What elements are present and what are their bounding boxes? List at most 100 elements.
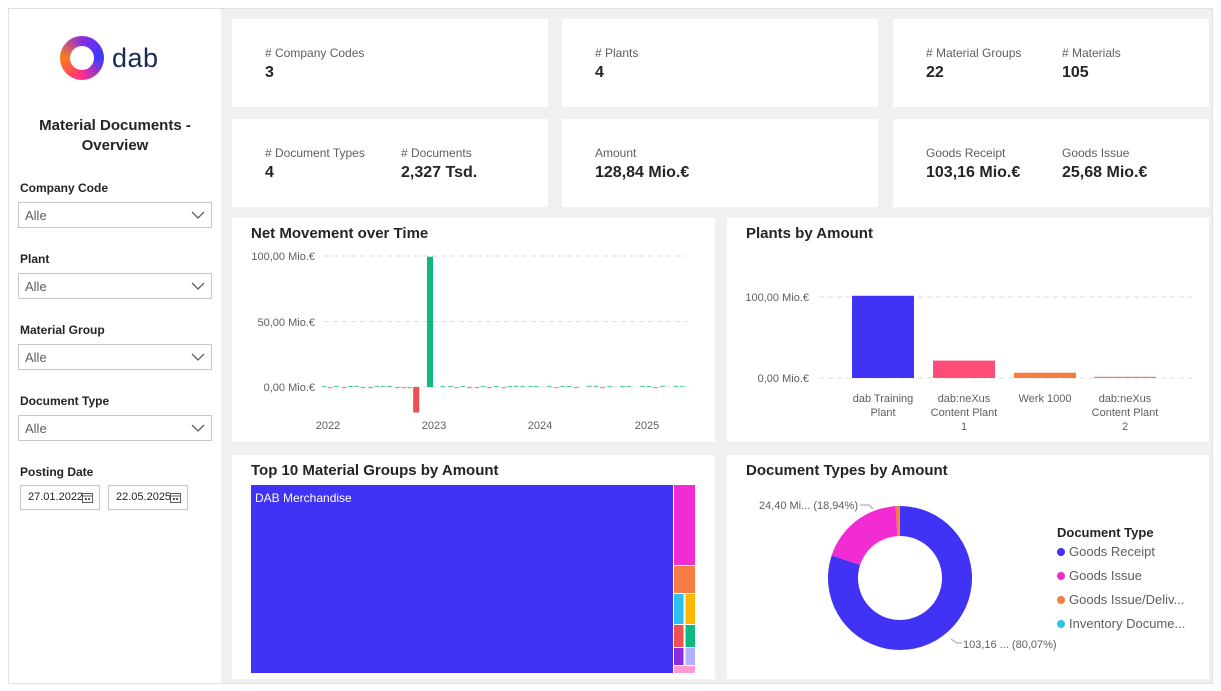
net-movement-bar[interactable]: [507, 385, 513, 387]
treemap-tile[interactable]: [674, 566, 695, 593]
net-movement-bar[interactable]: [573, 387, 578, 389]
net-movement-bar[interactable]: [401, 387, 406, 389]
legend-item-inventory-document[interactable]: Inventory Docume...: [1057, 616, 1185, 631]
net-movement-bar[interactable]: [501, 387, 506, 389]
net-movement-bar[interactable]: [348, 385, 353, 387]
top-material-groups-card[interactable]: Top 10 Material Groups by Amount DAB Mer…: [232, 455, 715, 679]
kpi-value-goods-issue: 25,68 Mio.€: [1062, 164, 1148, 181]
net-movement-bar[interactable]: [546, 385, 552, 387]
net-movement-bar[interactable]: [607, 385, 612, 387]
treemap-tile[interactable]: [685, 594, 696, 624]
net-movement-bar[interactable]: [567, 385, 572, 387]
kpi-card-goods[interactable]: Goods Receipt 103,16 Mio.€ Goods Issue 2…: [893, 119, 1209, 207]
posting-date-from-input[interactable]: 27.01.2022: [20, 485, 100, 510]
net-movement-bar[interactable]: [394, 387, 400, 389]
kpi-card-plants[interactable]: # Plants 4: [562, 19, 878, 107]
treemap-tile[interactable]: [674, 625, 684, 647]
y-tick-label: 50,00 Mio.€: [258, 317, 315, 329]
treemap-tile[interactable]: [674, 648, 684, 665]
data-label-leader-line: [950, 638, 962, 644]
page-title-line2: Overview: [81, 137, 149, 154]
net-movement-bar[interactable]: [360, 387, 366, 389]
net-movement-bar[interactable]: [407, 387, 413, 389]
net-movement-bar[interactable]: [354, 385, 359, 387]
legend-item-goods-receipt[interactable]: Goods Receipt: [1057, 544, 1155, 559]
legend-title: Document Type: [1057, 525, 1154, 540]
net-movement-bar[interactable]: [474, 387, 480, 389]
plant-dropdown[interactable]: Alle: [18, 273, 212, 299]
legend-item-goods-issue[interactable]: Goods Issue: [1057, 568, 1142, 583]
net-movement-bar[interactable]: [440, 385, 446, 387]
net-movement-bar[interactable]: [673, 385, 678, 387]
donut-slice[interactable]: [831, 506, 898, 565]
treemap-tile-dab-merchandise[interactable]: [251, 485, 673, 673]
net-movement-bar[interactable]: [640, 385, 645, 387]
net-movement-bar[interactable]: [321, 385, 327, 387]
net-movement-bar[interactable]: [454, 387, 459, 389]
posting-date-to-input[interactable]: 22.05.2025: [108, 485, 188, 510]
company-code-dropdown[interactable]: Alle: [18, 202, 212, 228]
net-movement-chart: 100,00 Mio.€ 50,00 Mio.€ 0,00 Mio.€ 2022…: [251, 251, 687, 432]
net-movement-bar[interactable]: [534, 385, 539, 387]
net-movement-bar[interactable]: [560, 385, 566, 387]
net-movement-bar[interactable]: [334, 385, 339, 387]
net-movement-bar[interactable]: [646, 385, 652, 387]
legend-label: Goods Receipt: [1069, 544, 1155, 559]
kpi-card-company-codes[interactable]: # Company Codes 3: [232, 19, 548, 107]
kpi-value-amount: 128,84 Mio.€: [595, 164, 690, 181]
net-movement-bar[interactable]: [381, 385, 386, 387]
material-group-dropdown[interactable]: Alle: [18, 344, 212, 370]
net-movement-bar[interactable]: [660, 385, 666, 387]
y-tick-label: 0,00 Mio.€: [758, 373, 809, 385]
plant-bar[interactable]: [1014, 372, 1076, 378]
kpi-label-material-groups: # Material Groups: [926, 46, 1022, 60]
net-movement-bar[interactable]: [374, 385, 380, 387]
net-movement-bar[interactable]: [341, 387, 347, 389]
net-movement-bar[interactable]: [368, 387, 373, 389]
plant-bar[interactable]: [1094, 376, 1156, 378]
plant-bar[interactable]: [933, 360, 995, 378]
treemap-tile[interactable]: [674, 594, 684, 624]
net-movement-bar[interactable]: [587, 385, 592, 387]
net-movement-bar[interactable]: [448, 385, 453, 387]
treemap-tile[interactable]: [674, 485, 695, 565]
posting-date-from-value: 27.01.2022: [28, 491, 84, 503]
net-movement-bar[interactable]: [620, 385, 625, 387]
treemap-tile[interactable]: [685, 625, 696, 647]
net-movement-bar[interactable]: [653, 387, 658, 389]
net-movement-bar[interactable]: [460, 385, 466, 387]
net-movement-bar[interactable]: [593, 385, 599, 387]
legend-item-goods-issue-delivery[interactable]: Goods Issue/Deliv...: [1057, 592, 1184, 607]
treemap-tile[interactable]: [685, 648, 696, 665]
chevron-down-icon: [191, 211, 205, 219]
net-movement-bar[interactable]: [520, 385, 525, 387]
treemap-tile[interactable]: [674, 666, 695, 673]
kpi-card-materials[interactable]: # Material Groups 22 # Materials 105: [893, 19, 1209, 107]
plant-bar[interactable]: [852, 295, 914, 378]
kpi-card-amount[interactable]: Amount 128,84 Mio.€: [562, 119, 878, 207]
net-movement-bar[interactable]: [554, 387, 559, 389]
calendar-icon: [82, 493, 93, 503]
net-movement-bar[interactable]: [480, 385, 486, 387]
net-movement-bar[interactable]: [527, 385, 533, 387]
kpi-card-documents[interactable]: # Document Types 4 # Documents 2,327 Tsd…: [232, 119, 548, 207]
net-movement-chart-card[interactable]: Net Movement over Time 100,00 Mio.€ 50,0…: [232, 218, 715, 442]
net-movement-bar[interactable]: [413, 387, 420, 413]
net-movement-bar[interactable]: [679, 385, 685, 387]
kpi-value-document-types: 4: [265, 164, 274, 181]
document-types-card[interactable]: Document Types by Amount 24,40 Mi... (18…: [727, 455, 1209, 679]
net-movement-bar[interactable]: [493, 385, 499, 387]
treemap-label-dab-merchandise: DAB Merchandise: [255, 491, 352, 505]
net-movement-bar[interactable]: [387, 385, 392, 387]
net-movement-bar[interactable]: [427, 256, 433, 387]
calendar-icon: [170, 493, 181, 503]
net-movement-bar[interactable]: [487, 387, 492, 389]
net-movement-bar[interactable]: [513, 385, 519, 387]
net-movement-bar[interactable]: [626, 385, 632, 387]
plants-by-amount-card[interactable]: Plants by Amount 100,00 Mio.€ 0,00 Mio.€…: [727, 218, 1209, 442]
net-movement-bar[interactable]: [467, 387, 472, 389]
net-movement-bar[interactable]: [600, 387, 605, 389]
net-movement-bar[interactable]: [327, 387, 333, 389]
category-label: dab:neXus: [1099, 393, 1152, 405]
document-type-dropdown[interactable]: Alle: [18, 415, 212, 441]
